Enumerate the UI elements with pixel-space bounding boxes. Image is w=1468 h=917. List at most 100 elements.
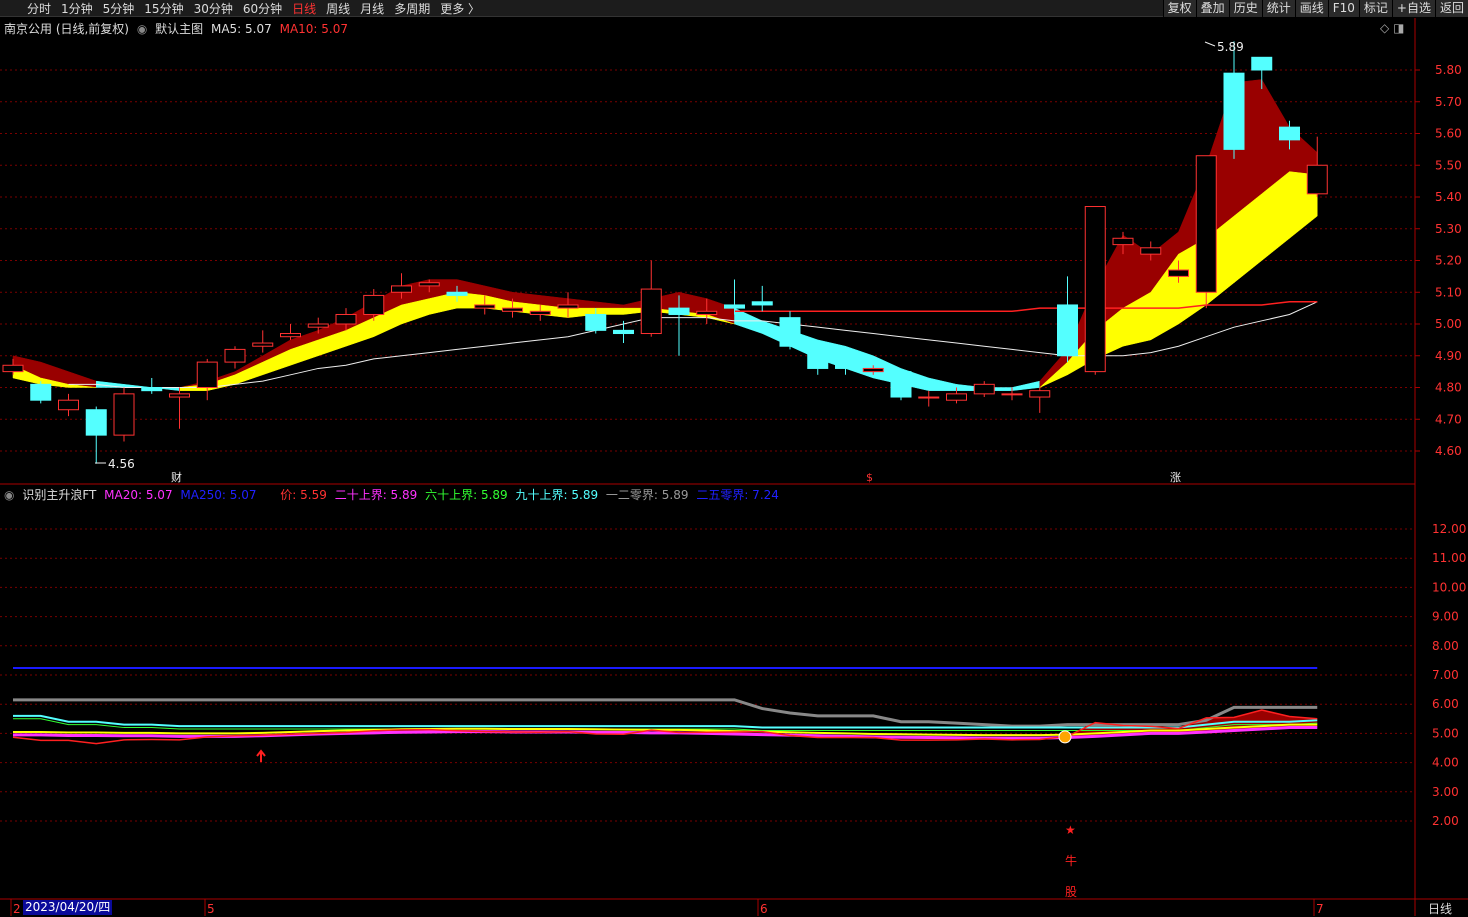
indicator-tick-label: 5.00 <box>1432 726 1459 740</box>
price-tick-label: 4.60 <box>1435 444 1462 458</box>
indicator-tick-label: 10.00 <box>1432 580 1466 594</box>
ma-band-upper <box>595 301 624 309</box>
signal-circle-icon <box>1058 730 1072 744</box>
low-price-label: 4.56 <box>108 457 135 471</box>
ma-band-middle <box>595 307 624 315</box>
signal-text: 股 <box>1065 885 1077 899</box>
candle-body <box>585 313 607 331</box>
candle-body <box>224 348 246 363</box>
candle-body <box>1112 237 1134 246</box>
indicator-tick-label: 6.00 <box>1432 697 1459 711</box>
candle <box>85 406 107 464</box>
high-pointer <box>1204 41 1216 47</box>
candle <box>1306 136 1328 197</box>
candle <box>113 387 135 442</box>
candle-body <box>696 310 718 315</box>
month-label: 5 <box>207 902 215 916</box>
candle-body <box>640 288 662 335</box>
candle-body <box>1195 155 1217 293</box>
candle <box>640 260 662 337</box>
candle-body <box>557 304 579 309</box>
candle-body <box>307 323 329 328</box>
month-label: 2 <box>13 902 21 916</box>
candle-body <box>1251 56 1273 71</box>
candle-body <box>474 304 496 309</box>
signal-text: 牛 <box>1065 853 1077 868</box>
candle <box>1195 155 1217 309</box>
candle-body <box>779 317 801 347</box>
price-tick-label: 4.90 <box>1435 349 1462 363</box>
candle-body <box>1057 304 1078 357</box>
candle-body <box>1306 164 1328 195</box>
candle-body <box>58 399 79 411</box>
candle-body <box>724 304 745 309</box>
price-tick-label: 4.80 <box>1435 381 1462 395</box>
price-tick-label: 5.20 <box>1435 254 1462 268</box>
candle-body <box>502 307 523 312</box>
candle-body <box>835 355 856 369</box>
candle-body <box>918 396 940 399</box>
candle <box>1084 206 1106 375</box>
candle-body <box>807 352 829 369</box>
event-marker: 财 <box>171 470 182 484</box>
period-label: 日线 <box>1428 902 1453 916</box>
price-tick-label: 5.40 <box>1435 190 1462 204</box>
candle <box>30 381 52 404</box>
candle <box>1057 276 1078 363</box>
price-tick-label: 5.60 <box>1435 127 1462 141</box>
candle <box>890 371 912 401</box>
candle-body <box>446 291 468 296</box>
candle-body <box>85 409 107 436</box>
candle <box>973 381 995 398</box>
candle <box>779 311 801 350</box>
candle <box>196 358 218 401</box>
month-label: 6 <box>760 902 768 916</box>
candle <box>252 330 274 353</box>
event-marker: $ <box>866 471 873 484</box>
signal-text: ★ <box>1065 823 1076 837</box>
stock-chart[interactable]: 5.80 5.70 5.60 5.50 5.40 5.30 5.20 5.10 5.00 4.90… <box>0 0 1468 916</box>
indicator-tick-label: 9.00 <box>1432 610 1459 624</box>
candle-body <box>1168 269 1189 277</box>
price-tick-label: 5.50 <box>1435 158 1462 172</box>
event-marker: 涨 <box>1170 471 1181 484</box>
ma-red-line <box>734 301 1318 313</box>
candle-body <box>862 367 884 373</box>
candle-body <box>335 313 357 325</box>
candle-body <box>113 393 135 436</box>
indicator-tick-label: 4.00 <box>1432 756 1459 770</box>
price-tick-label: 4.70 <box>1435 412 1462 426</box>
candle-body <box>1001 393 1023 396</box>
indicator-tick-label: 11.00 <box>1432 551 1466 565</box>
candle <box>58 393 79 417</box>
price-tick-label: 5.30 <box>1435 222 1462 236</box>
cursor-date: 2023/04/20/四 <box>23 900 113 915</box>
buy-arrow-icon <box>256 749 266 762</box>
indicator-tick-label: 8.00 <box>1432 639 1459 653</box>
candle-body <box>391 285 412 293</box>
indicator-tick-label: 7.00 <box>1432 668 1459 682</box>
candle-body <box>1140 247 1162 255</box>
candle <box>807 349 829 375</box>
candle <box>918 390 940 407</box>
price-tick-label: 5.80 <box>1435 63 1462 77</box>
price-tick-label: 5.10 <box>1435 285 1462 299</box>
candle-body <box>363 294 385 315</box>
candle-body <box>946 393 967 401</box>
indicator-tick-label: 12.00 <box>1432 522 1466 536</box>
candle <box>224 346 246 369</box>
candle-body <box>1279 126 1300 141</box>
ma-band-falling <box>1011 380 1040 391</box>
candle-body <box>973 383 995 395</box>
candle <box>1029 387 1051 413</box>
indicator-tick-label: 3.00 <box>1432 785 1459 799</box>
ma-band-falling <box>928 377 957 391</box>
candle-body <box>30 383 52 401</box>
candle-body <box>418 282 440 287</box>
price-tick-label: 5.00 <box>1435 317 1462 331</box>
candle <box>835 355 856 375</box>
candle <box>751 285 773 312</box>
price-tick-label: 5.70 <box>1435 95 1462 109</box>
candle-body <box>1223 72 1245 150</box>
candle-body <box>668 307 690 315</box>
